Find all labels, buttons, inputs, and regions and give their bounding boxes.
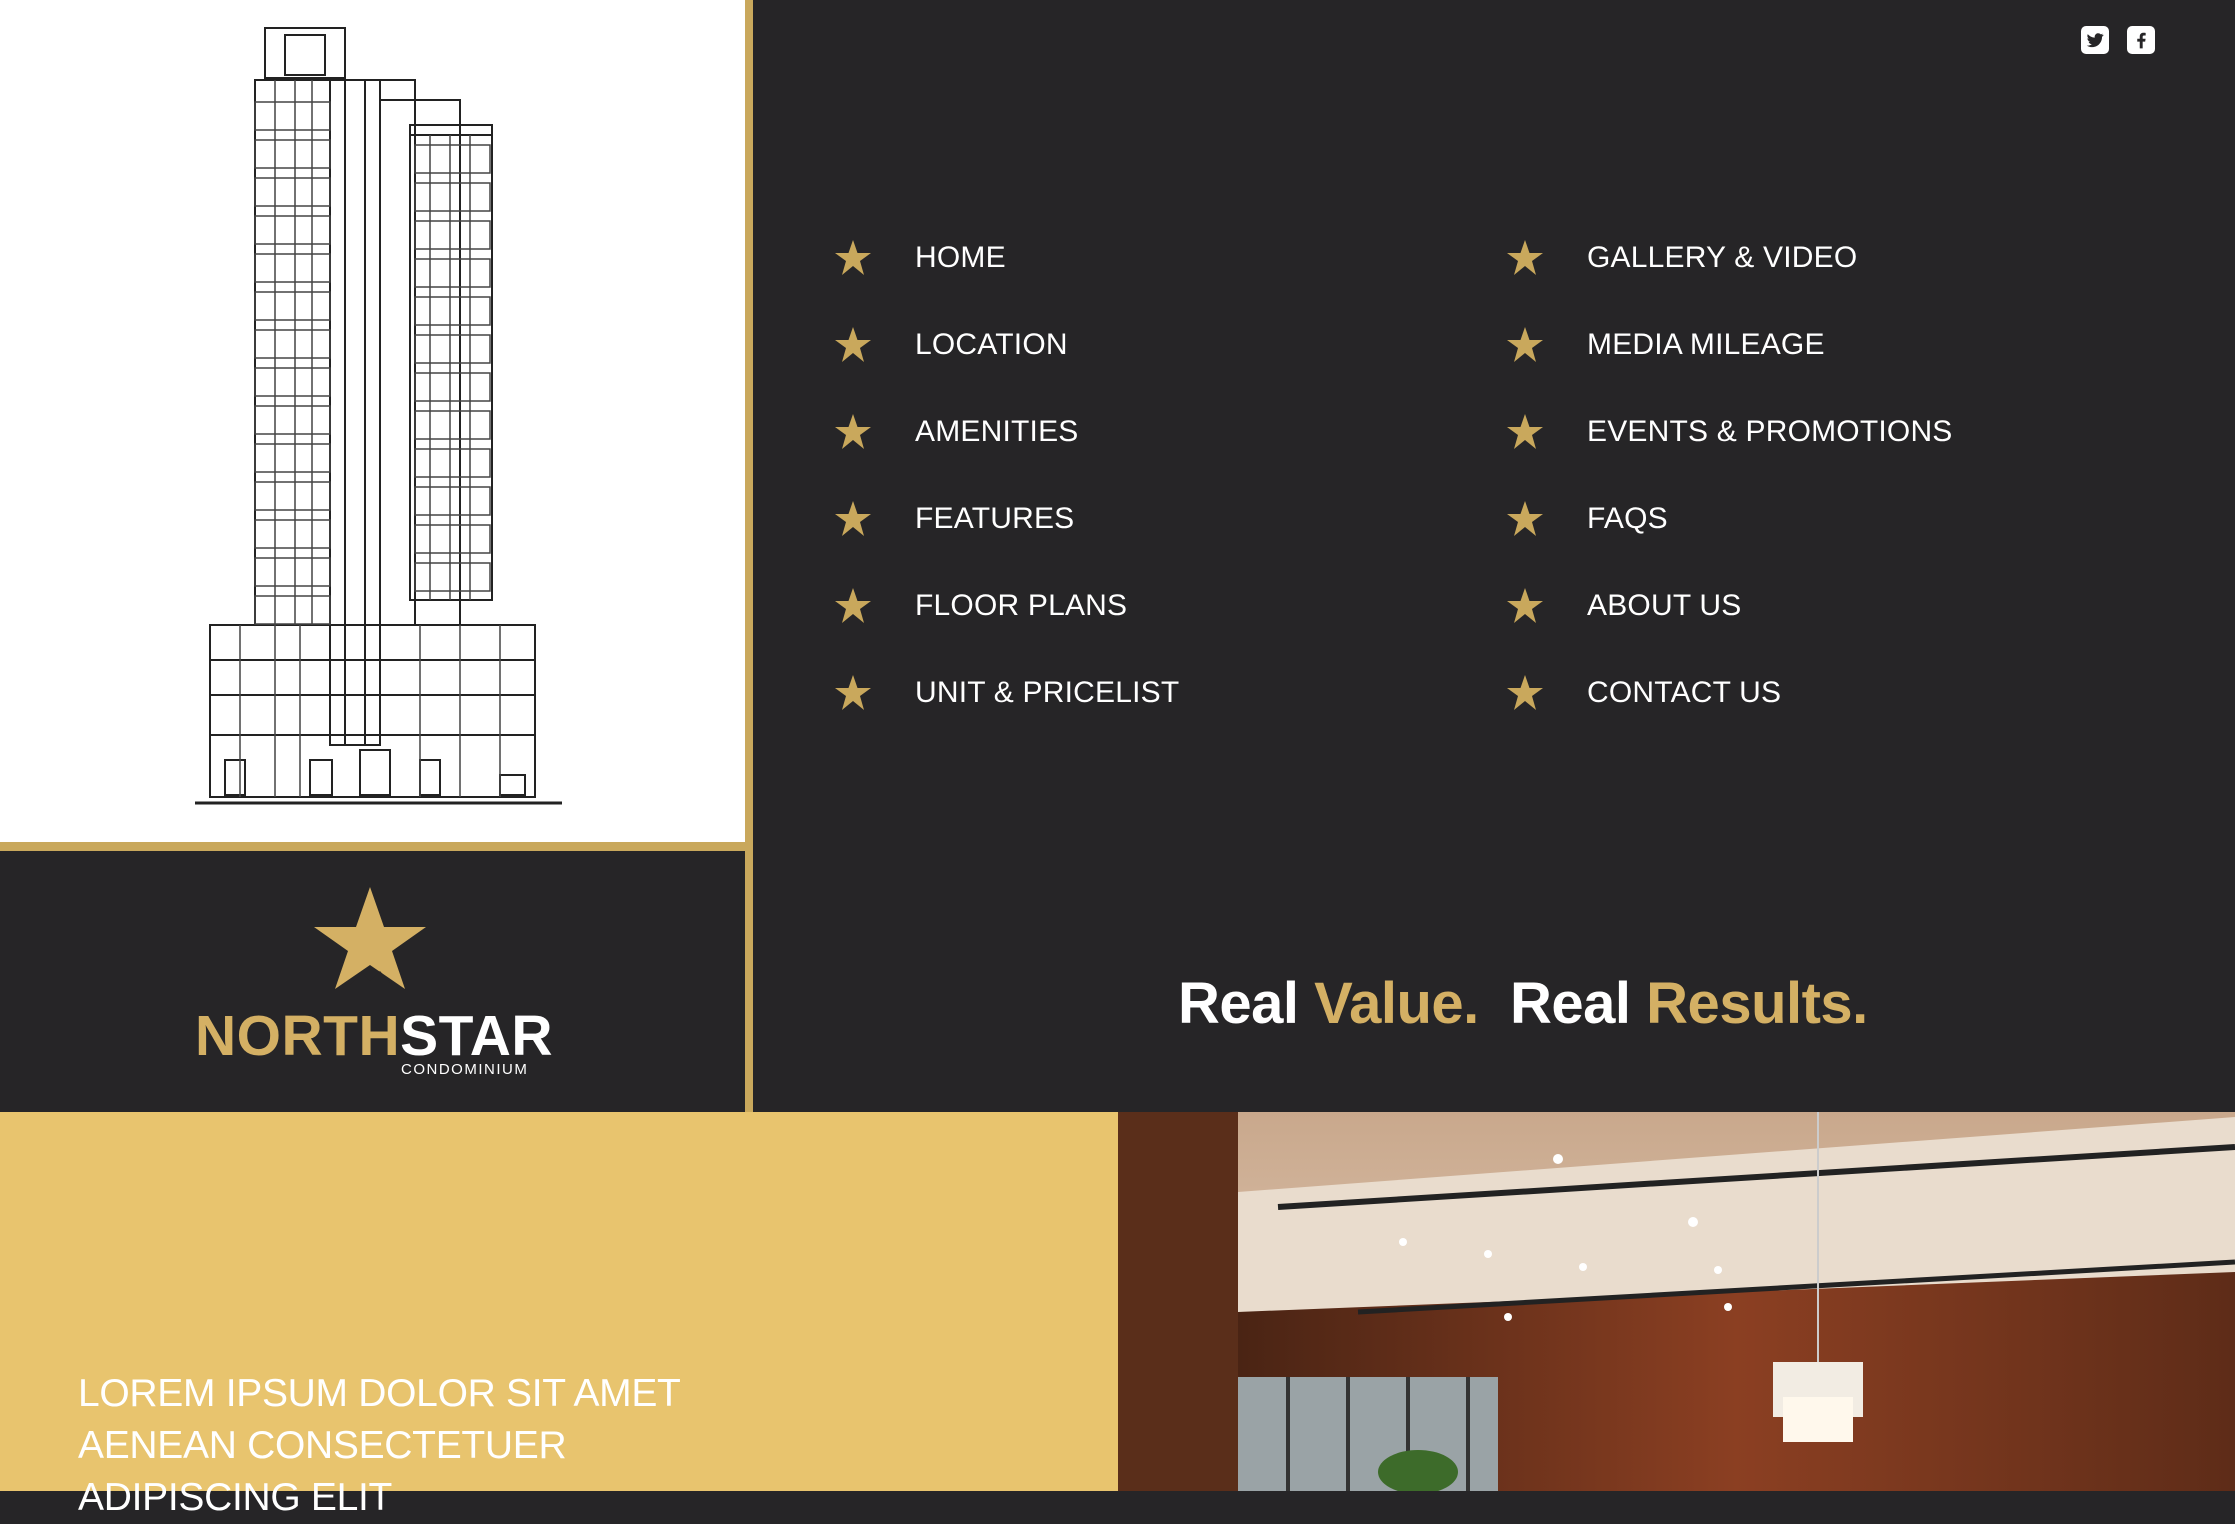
tagline-word: Real xyxy=(1178,971,1299,1036)
twitter-icon[interactable] xyxy=(2081,26,2109,54)
nav-floor-plans[interactable]: FLOOR PLANS xyxy=(833,562,1505,649)
nav-label: LOCATION xyxy=(915,327,1068,361)
gold-vertical-divider xyxy=(745,0,753,1112)
star-icon xyxy=(1507,500,1543,536)
nav-amenities[interactable]: AMENITIES xyxy=(833,388,1505,475)
social-links xyxy=(2081,26,2155,54)
tagline-word-gold: Results. xyxy=(1646,971,1868,1036)
nav-home[interactable]: HOME xyxy=(833,214,1505,301)
star-icon xyxy=(835,239,871,275)
nav-label: EVENTS & PROMOTIONS xyxy=(1587,414,1953,448)
star-icon xyxy=(1507,239,1543,275)
nav-label: FLOOR PLANS xyxy=(915,588,1128,622)
nav-label: ABOUT US xyxy=(1587,588,1742,622)
nav-events-promotions[interactable]: EVENTS & PROMOTIONS xyxy=(1505,388,2105,475)
nav-about-us[interactable]: ABOUT US xyxy=(1505,562,2105,649)
logo-star: STAR xyxy=(400,1004,554,1068)
nav-gallery-video[interactable]: GALLERY & VIDEO xyxy=(1505,214,2105,301)
nav-label: FAQS xyxy=(1587,501,1668,535)
logo-star-icon xyxy=(314,887,426,989)
star-icon xyxy=(1507,587,1543,623)
building-elevation-drawing xyxy=(195,27,562,805)
navigation-panel: HOME GALLERY & VIDEO LOCATION MEDIA MILE… xyxy=(753,0,2235,1112)
nav-label: GALLERY & VIDEO xyxy=(1587,240,1858,274)
nav-label: CONTACT US xyxy=(1587,675,1782,709)
logo-wordmark: NORTHSTAR xyxy=(195,1003,553,1069)
nav-media-mileage[interactable]: MEDIA MILEAGE xyxy=(1505,301,2105,388)
intro-text: LOREM IPSUM DOLOR SIT AMET AENEAN CONSEC… xyxy=(78,1368,681,1524)
star-icon xyxy=(835,500,871,536)
tagline-word: Real xyxy=(1510,971,1631,1036)
star-icon xyxy=(835,326,871,362)
logo-subtitle: CONDOMINIUM xyxy=(401,1061,529,1078)
nav-label: AMENITIES xyxy=(915,414,1079,448)
star-icon xyxy=(835,587,871,623)
interior-lobby-image xyxy=(1118,1112,2235,1491)
nav-label: UNIT & PRICELIST xyxy=(915,675,1180,709)
intro-line: LOREM IPSUM DOLOR SIT AMET xyxy=(78,1372,681,1415)
intro-line: ADIPISCING ELIT xyxy=(78,1476,393,1519)
nav-unit-pricelist[interactable]: UNIT & PRICELIST xyxy=(833,649,1505,736)
intro-line: AENEAN CONSECTETUER xyxy=(78,1424,567,1467)
interior-photo xyxy=(1118,1112,2235,1491)
gold-horizontal-divider xyxy=(0,842,745,851)
star-icon xyxy=(1507,413,1543,449)
star-icon xyxy=(1507,674,1543,710)
building-elevation-panel xyxy=(0,0,745,842)
brand-logo[interactable]: NORTHSTAR CONDOMINIUM xyxy=(195,885,553,1085)
tagline: Real Value. Real Results. xyxy=(1178,970,1868,1037)
star-icon xyxy=(835,674,871,710)
facebook-icon[interactable] xyxy=(2127,26,2155,54)
star-icon xyxy=(835,413,871,449)
nav-contact-us[interactable]: CONTACT US xyxy=(1505,649,2105,736)
main-menu: HOME GALLERY & VIDEO LOCATION MEDIA MILE… xyxy=(833,214,2105,736)
nav-label: HOME xyxy=(915,240,1006,274)
nav-faqs[interactable]: FAQS xyxy=(1505,475,2105,562)
logo-north: NORTH xyxy=(195,1004,401,1068)
nav-features[interactable]: FEATURES xyxy=(833,475,1505,562)
star-icon xyxy=(1507,326,1543,362)
nav-location[interactable]: LOCATION xyxy=(833,301,1505,388)
tagline-word-gold: Value. xyxy=(1314,971,1479,1036)
nav-label: MEDIA MILEAGE xyxy=(1587,327,1825,361)
nav-label: FEATURES xyxy=(915,501,1075,535)
